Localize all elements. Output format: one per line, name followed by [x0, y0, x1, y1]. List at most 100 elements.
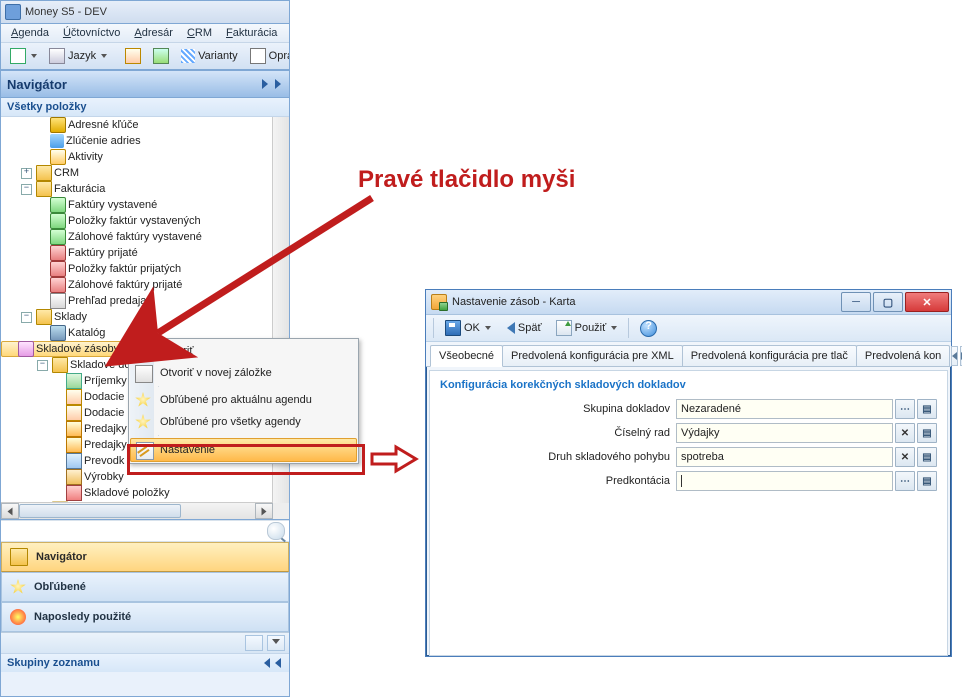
- folder-icon: [36, 181, 52, 197]
- field-detail-button[interactable]: ▤: [917, 399, 937, 419]
- invoice-in-items-icon: [50, 261, 66, 277]
- activity-icon: [50, 149, 66, 165]
- field-lookup-button[interactable]: ⋯: [895, 399, 915, 419]
- paste-icon: [153, 48, 169, 64]
- toolbar-copy-button[interactable]: [120, 45, 146, 67]
- expander-icon[interactable]: −: [37, 360, 48, 371]
- chevron-left-icon: [275, 79, 281, 89]
- field-detail-button[interactable]: ▤: [917, 423, 937, 443]
- help-button[interactable]: [634, 317, 663, 339]
- nav-bottom-strip: [1, 632, 289, 653]
- field-clear-button[interactable]: ✕: [895, 447, 915, 467]
- chevron-left-icon: [262, 79, 268, 89]
- nav-section-navigator[interactable]: Navigátor: [1, 542, 289, 572]
- dialog-nastavenie-zasob: Nastavenie zásob - Karta ─ ▢ ✕ OK Späť P…: [425, 289, 952, 657]
- star-icon: [135, 392, 151, 408]
- maximize-button[interactable]: ▢: [873, 292, 903, 312]
- tab-scroll-left[interactable]: [951, 346, 958, 366]
- field-detail-button[interactable]: ▤: [917, 447, 937, 467]
- field-label: Druh skladového pohybu: [440, 451, 676, 463]
- invoice-items-icon: [50, 213, 66, 229]
- varianty-icon: [181, 49, 195, 63]
- open-icon: [135, 343, 153, 361]
- tab-xml[interactable]: Predvolená konfigurácia pre XML: [502, 345, 683, 366]
- navigator-all-items-header[interactable]: Všetky položky: [1, 98, 289, 117]
- ciselny-rad-input[interactable]: Výdajky: [676, 423, 893, 443]
- annotation-red-box: [127, 444, 365, 475]
- toolbar-paste-button[interactable]: [148, 45, 174, 67]
- ok-button[interactable]: OK: [439, 317, 497, 339]
- minimize-button[interactable]: ─: [841, 292, 871, 312]
- nav-mini-button-2[interactable]: [267, 635, 285, 651]
- search-button[interactable]: [267, 522, 285, 540]
- copy-icon: [125, 48, 141, 64]
- groups-header[interactable]: Skupiny zoznamu: [1, 653, 289, 672]
- tab-vseobecne[interactable]: Všeobecné: [430, 345, 503, 367]
- nav-mini-button-1[interactable]: [245, 635, 263, 651]
- tree-item-label: Faktúry vystavené: [68, 199, 157, 211]
- catalog-icon: [50, 325, 66, 341]
- toolbar-varianty-button[interactable]: Varianty: [176, 45, 243, 67]
- nav-section-naposledy[interactable]: Naposledy použité: [1, 602, 289, 632]
- field-label: Číselný rad: [440, 427, 676, 439]
- receipt-icon: [66, 373, 82, 389]
- menubar: Agenda Účtovníctvo Adresár CRM Fakturáci…: [1, 24, 289, 43]
- tree-item-label: Zlúčenie adries: [66, 135, 141, 147]
- context-separator: [158, 386, 159, 387]
- close-button[interactable]: ✕: [905, 292, 949, 312]
- edit-icon: [250, 48, 266, 64]
- dialog-toolbar: OK Späť Použiť: [426, 315, 951, 342]
- tree-h-scrollbar[interactable]: [1, 502, 273, 519]
- menu-crm[interactable]: CRM: [187, 27, 212, 39]
- expander-icon[interactable]: −: [21, 312, 32, 323]
- scroll-corner: [273, 503, 289, 519]
- menu-uctovnictvo[interactable]: Účtovníctvo: [63, 27, 120, 39]
- druh-pohybu-input[interactable]: spotreba: [676, 447, 893, 467]
- toolbar-opravit-button[interactable]: Opraviť: [245, 45, 289, 67]
- expander-icon[interactable]: +: [21, 168, 32, 179]
- dialog-titlebar[interactable]: Nastavenie zásob - Karta ─ ▢ ✕: [426, 290, 951, 315]
- nav-section-oblubene[interactable]: Obľúbené: [1, 572, 289, 602]
- scroll-left-button[interactable]: [1, 503, 19, 519]
- context-item-open-tab[interactable]: Otvoriť v novej záložke: [130, 362, 357, 384]
- menu-fakturacia[interactable]: Fakturácia: [226, 27, 277, 39]
- scroll-thumb[interactable]: [19, 504, 181, 518]
- toolbar-new-button[interactable]: [5, 45, 42, 67]
- folder-icon: [52, 357, 68, 373]
- dialog-body: Konfigurácia korekčných skladových dokla…: [429, 370, 948, 656]
- context-item-fav-agenda[interactable]: Obľúbené pro aktuálnu agendu: [130, 389, 357, 411]
- callout-text: Pravé tlačidlo myši: [358, 166, 575, 194]
- star-icon: [135, 414, 151, 430]
- use-button[interactable]: Použiť: [550, 317, 624, 339]
- tree-item-label: Sklady: [54, 311, 87, 323]
- navigator-collapse-arrows[interactable]: [260, 81, 283, 87]
- tree-search-bar: [1, 520, 289, 542]
- field-label: Skupina dokladov: [440, 403, 676, 415]
- context-item-fav-all[interactable]: Obľúbené pro všetky agendy: [130, 411, 357, 433]
- skupina-dokladov-input[interactable]: Nezaradené: [676, 399, 893, 419]
- sale-icon: [66, 421, 82, 437]
- dialog-icon: [431, 294, 447, 310]
- field-row-druh-pohybu: Druh skladového pohybu spotreba ✕ ▤: [440, 447, 937, 467]
- tab-kon[interactable]: Predvolená kon: [856, 345, 950, 366]
- menu-agenda[interactable]: Agenda: [11, 27, 49, 39]
- key-icon: [50, 117, 66, 133]
- menu-adresar[interactable]: Adresár: [134, 27, 173, 39]
- back-button[interactable]: Späť: [499, 317, 548, 339]
- field-detail-button[interactable]: ▤: [917, 471, 937, 491]
- chevron-right-icon: [275, 658, 281, 668]
- field-lookup-button[interactable]: ⋯: [895, 471, 915, 491]
- expander-icon[interactable]: −: [21, 184, 32, 195]
- tree-item-label: Predajky: [84, 439, 127, 451]
- dialog-tabstrip: Všeobecné Predvolená konfigurácia pre XM…: [426, 342, 951, 367]
- tree-item-label: Príjemky: [84, 375, 127, 387]
- scroll-right-button[interactable]: [255, 503, 273, 519]
- open-tab-icon: [135, 365, 153, 383]
- predkontacia-input[interactable]: [676, 471, 893, 491]
- tab-tlac[interactable]: Predvolená konfigurácia pre tlač: [682, 345, 857, 366]
- toolbar-lang-button[interactable]: Jazyk: [44, 45, 112, 67]
- tree-item-label: Položky faktúr prijatých: [68, 263, 181, 275]
- context-item-open[interactable]: Otvoriť: [130, 340, 357, 362]
- field-clear-button[interactable]: ✕: [895, 423, 915, 443]
- dialog-title: Nastavenie zásob - Karta: [452, 296, 576, 308]
